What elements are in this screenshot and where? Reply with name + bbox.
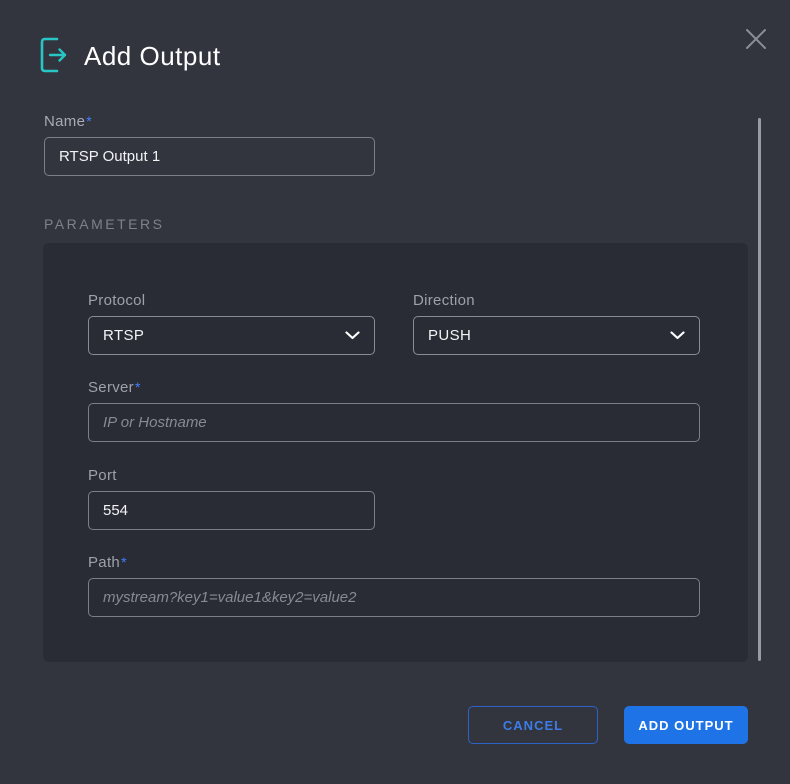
name-label: Name* <box>44 113 92 130</box>
chevron-down-icon <box>670 327 685 345</box>
port-input[interactable] <box>88 491 375 530</box>
chevron-down-icon <box>345 327 360 345</box>
close-icon[interactable] <box>742 25 770 53</box>
required-marker: * <box>86 113 92 129</box>
server-label: Server* <box>88 379 141 396</box>
direction-value: PUSH <box>428 327 471 344</box>
server-input[interactable] <box>88 403 700 442</box>
add-output-button[interactable]: ADD OUTPUT <box>624 706 748 744</box>
required-marker: * <box>135 379 141 395</box>
output-export-icon <box>38 36 70 74</box>
protocol-label: Protocol <box>88 292 145 309</box>
modal-title: Add Output <box>84 41 221 72</box>
parameters-section-label: PARAMETERS <box>44 216 164 232</box>
port-label: Port <box>88 467 117 484</box>
protocol-value: RTSP <box>103 327 144 344</box>
path-input[interactable] <box>88 578 700 617</box>
scrollbar[interactable] <box>758 118 761 661</box>
protocol-select[interactable]: RTSP <box>88 316 375 355</box>
cancel-button[interactable]: CANCEL <box>468 706 598 744</box>
name-input[interactable] <box>44 137 375 176</box>
path-label: Path* <box>88 554 127 571</box>
direction-select[interactable]: PUSH <box>413 316 700 355</box>
parameters-panel: Protocol RTSP Direction PUSH Server* Por… <box>43 243 748 662</box>
required-marker: * <box>121 554 127 570</box>
direction-label: Direction <box>413 292 475 309</box>
add-output-modal: Add Output Name* PARAMETERS Protocol RTS… <box>0 0 790 784</box>
